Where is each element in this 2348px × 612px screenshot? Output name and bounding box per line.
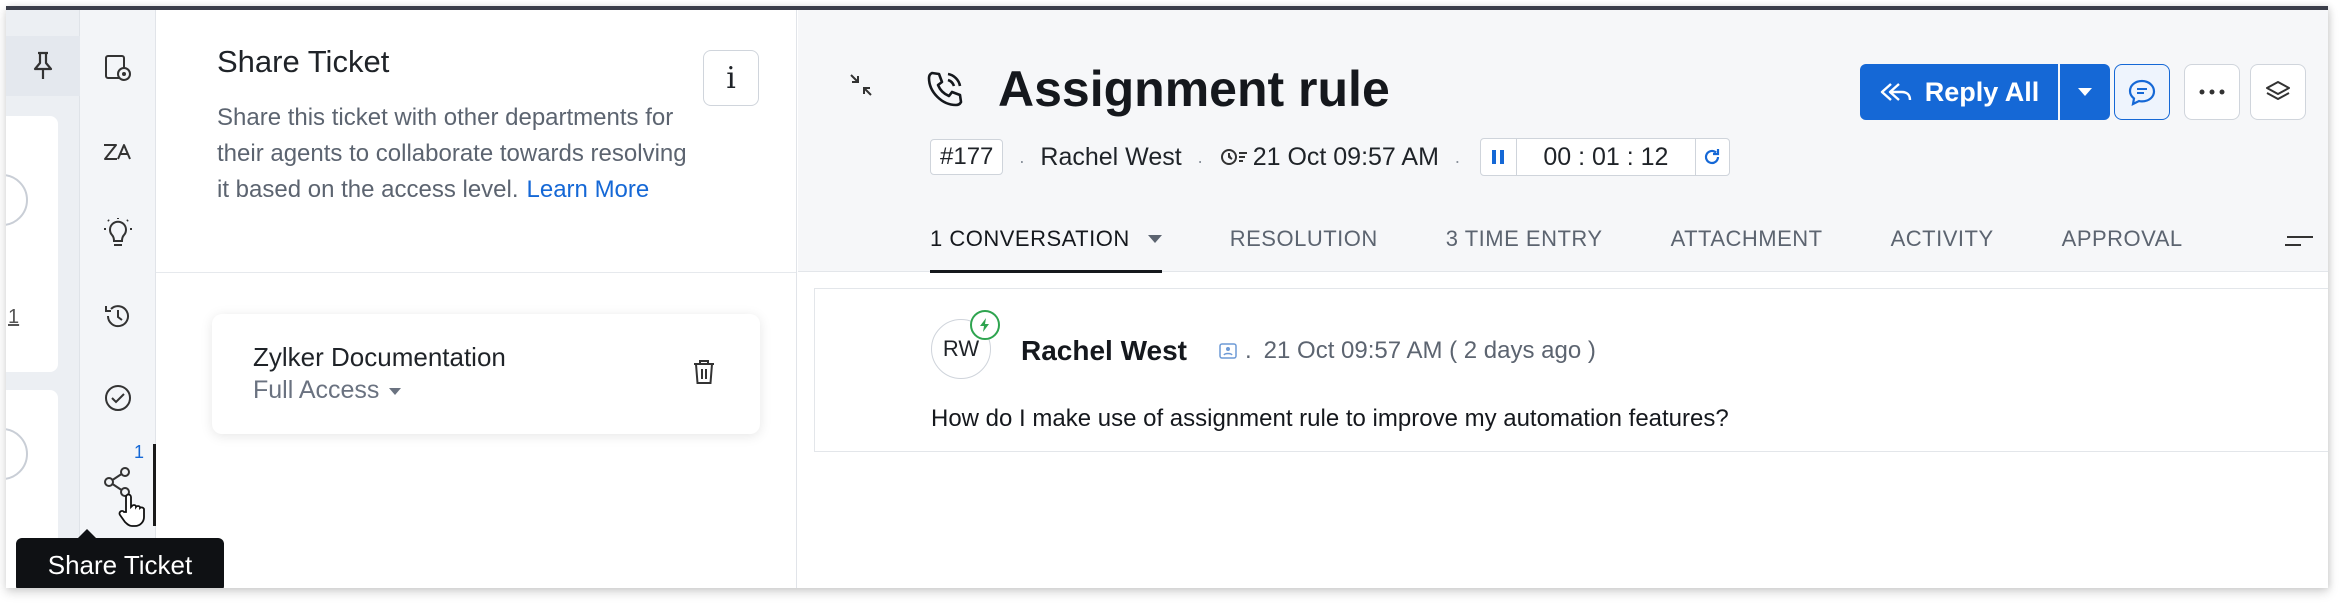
share-ticket-panel: Share Ticket i Share this ticket with ot…	[156, 10, 797, 588]
history-button[interactable]	[94, 292, 142, 340]
agent-badge	[970, 310, 1000, 340]
panel-description: Share this ticket with other departments…	[217, 100, 687, 208]
ticket-meta: #177 . Rachel West . 21 Oct 09:57 AM . 0…	[930, 138, 1730, 176]
translate-icon	[104, 144, 131, 160]
bolt-icon	[980, 318, 989, 332]
access-level-label: Full Access	[253, 376, 380, 404]
pause-timer-button[interactable]	[1481, 139, 1517, 175]
collapse-button[interactable]	[848, 72, 874, 103]
check-circle-icon	[105, 385, 131, 411]
timer-value: 00 : 01 : 12	[1543, 142, 1669, 171]
department-name: Zylker Documentation	[253, 342, 506, 372]
suggestions-button[interactable]	[94, 210, 142, 258]
separator-dot: .	[1197, 146, 1203, 167]
caret-down-icon[interactable]	[1147, 235, 1162, 243]
history-icon	[105, 305, 129, 328]
menu-lines-icon	[2285, 236, 2313, 246]
panel-title: Share Ticket	[217, 44, 390, 79]
avatar	[6, 174, 28, 226]
divider	[156, 272, 796, 273]
ticket-id[interactable]: #177	[930, 139, 1004, 175]
pause-icon	[1492, 150, 1505, 164]
tab-approval[interactable]: APPROVAL	[2062, 206, 2183, 272]
due-date[interactable]: 21 Oct 09:57 AM	[1253, 143, 1439, 172]
contact-name[interactable]: Rachel West	[1040, 143, 1181, 172]
collapse-icon	[850, 74, 872, 96]
layers-button[interactable]	[2250, 64, 2306, 120]
refresh-icon	[1705, 149, 1720, 165]
comment-button[interactable]	[2114, 64, 2170, 120]
ticket-timer: 00 : 01 : 12	[1479, 138, 1730, 176]
post-time: . 21 Oct 09:57 AM ( 2 days ago )	[1245, 337, 1596, 365]
tab-label: 3 TIME ENTRY	[1445, 226, 1603, 251]
avatar-initials: RW	[942, 336, 980, 361]
pin-icon	[33, 51, 53, 79]
phone-icon	[927, 71, 963, 107]
tooltip-label: Share Ticket	[47, 549, 193, 580]
more-options-button[interactable]	[2184, 64, 2240, 120]
reply-options-dropdown[interactable]	[2060, 64, 2110, 120]
ticket-list-strip: 1	[6, 10, 80, 588]
tab-attachment[interactable]: ATTACHMENT	[1671, 206, 1823, 272]
ticket-title: Assignment rule	[998, 61, 1390, 117]
settings-icon	[105, 55, 131, 81]
tab-label: ATTACHMENT	[1670, 226, 1823, 251]
conversation-thread[interactable]: RW Rachel West . 21 Oct 09:57 AM ( 2 days…	[814, 288, 2328, 452]
ticket-header: Assignment rule #177 . Rachel West . 21 …	[798, 10, 2328, 273]
share-ticket-tooltip: Share Ticket	[16, 529, 224, 588]
reply-all-icon	[1880, 83, 1911, 101]
app-window: 1 1 Share Ticket i Share this ticket wit…	[6, 6, 2328, 588]
learn-more-link[interactable]: Learn More	[527, 176, 650, 203]
ticket-detail: Assignment rule #177 . Rachel West . 21 …	[798, 10, 2328, 588]
tab-label: ACTIVITY	[1890, 226, 1994, 251]
approval-button[interactable]	[94, 374, 142, 422]
ticket-properties-button[interactable]	[94, 44, 142, 92]
translate-button[interactable]	[94, 128, 142, 176]
separator-dot: .	[1019, 146, 1025, 167]
more-icon	[2199, 89, 2225, 95]
hand-cursor-icon	[118, 493, 145, 527]
ticket-card[interactable]	[6, 116, 58, 372]
caret-down-icon	[389, 387, 402, 395]
message-body: How do I make use of assignment rule to …	[931, 405, 1729, 432]
channel-phone	[924, 68, 966, 115]
ticket-tabs: 1 CONVERSATION RESOLUTION 3 TIME ENTRY A…	[930, 206, 2251, 273]
tab-resolution[interactable]: RESOLUTION	[1230, 206, 1378, 272]
post-time-text: 21 Oct 09:57 AM ( 2 days ago )	[1263, 337, 1596, 364]
separator-dot: .	[1454, 146, 1460, 167]
tab-label: 1 CONVERSATION	[930, 226, 1130, 251]
comment-icon	[2128, 79, 2156, 106]
tab-activity[interactable]: ACTIVITY	[1891, 206, 1994, 272]
department-card: Zylker Documentation Full Access	[212, 314, 760, 434]
info-button[interactable]: i	[703, 50, 759, 106]
bulb-icon	[104, 218, 132, 246]
layers-icon	[2266, 81, 2290, 100]
filter-menu-button[interactable]	[2283, 232, 2313, 255]
contact-card-icon	[1219, 343, 1237, 364]
access-level-dropdown[interactable]: Full Access	[253, 376, 402, 405]
side-icon-rail: 1	[80, 10, 156, 588]
avatar: RW	[931, 310, 1000, 379]
tab-label: APPROVAL	[2061, 226, 2183, 251]
separator-dot: .	[1245, 337, 1252, 364]
caret-down-icon	[2078, 88, 2092, 96]
reply-all-label: Reply All	[1924, 76, 2040, 107]
ticket-count[interactable]: 1	[8, 306, 19, 329]
reset-timer-button[interactable]	[1694, 139, 1729, 175]
due-date-icon	[1220, 149, 1247, 165]
tab-conversation[interactable]: 1 CONVERSATION	[930, 206, 1162, 273]
remove-department-button[interactable]	[692, 358, 716, 391]
author-name[interactable]: Rachel West	[1021, 335, 1187, 367]
avatar	[6, 428, 28, 480]
tab-time-entry[interactable]: 3 TIME ENTRY	[1446, 206, 1603, 272]
pin-button[interactable]	[6, 36, 80, 96]
trash-icon	[694, 360, 714, 384]
tab-label: RESOLUTION	[1229, 226, 1378, 251]
share-count-badge: 1	[134, 442, 145, 462]
reply-all-button[interactable]: Reply All	[1860, 64, 2058, 120]
